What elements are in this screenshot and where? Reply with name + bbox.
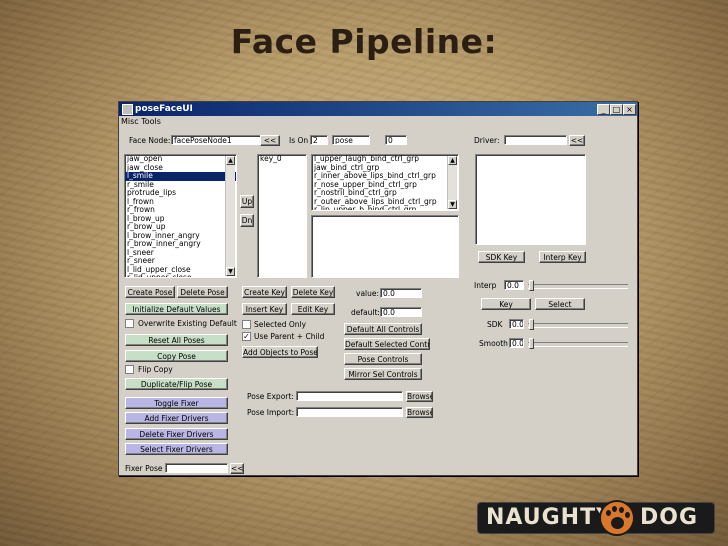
- delete-pose-button[interactable]: Delete Pose: [177, 286, 228, 298]
- slide-title: Face Pipeline:: [230, 22, 498, 61]
- scroll-up-icon[interactable]: ▲: [226, 156, 235, 165]
- key-list-item[interactable]: key_0: [258, 155, 306, 164]
- selected-only-checkbox[interactable]: [242, 320, 251, 329]
- maximize-button[interactable]: □: [610, 104, 623, 115]
- window-title: poseFaceUI: [135, 104, 193, 114]
- driver-list[interactable]: [475, 154, 586, 245]
- default-selected-controls-button[interactable]: Default Selected Controls: [344, 338, 430, 350]
- smooth-slider-thumb[interactable]: [529, 338, 534, 349]
- driver-field[interactable]: [504, 135, 567, 145]
- interp-key-button[interactable]: Interp Key: [539, 251, 586, 263]
- insert-key-button[interactable]: Insert Key: [242, 303, 287, 315]
- overwrite-default-checkbox[interactable]: [125, 319, 134, 328]
- control-list-item[interactable]: r_lip_upper_b_bind_ctrl_grp: [312, 205, 458, 210]
- face-node-field[interactable]: facePoseNode1: [171, 135, 268, 145]
- pose-list[interactable]: jaw_open jaw_close l_smile r_smile protrude_…: [124, 154, 237, 278]
- pose-import-field[interactable]: [296, 407, 403, 417]
- minimize-button[interactable]: _: [597, 104, 610, 115]
- pose-export-label: Pose Export:: [247, 392, 294, 401]
- is-on-field[interactable]: 2: [310, 135, 328, 145]
- reset-all-poses-button[interactable]: Reset All Poses: [125, 334, 228, 346]
- scroll-down-icon[interactable]: ▼: [226, 267, 235, 276]
- app-icon: [122, 104, 133, 115]
- load-fixer-pose-button[interactable]: <<: [230, 463, 244, 474]
- smooth-label: Smooth: [479, 339, 508, 348]
- menu-misc-tools[interactable]: Misc Tools: [121, 117, 161, 126]
- scroll-up-icon[interactable]: ▲: [448, 156, 457, 165]
- control-list-scrollbar[interactable]: ▲ ▼: [447, 156, 457, 209]
- interp-field[interactable]: 0.0: [504, 280, 524, 290]
- pose-list-item[interactable]: r_lid_upper_close: [125, 273, 236, 277]
- pose-name-field[interactable]: pose: [332, 135, 370, 145]
- duplicate-flip-pose-button[interactable]: Duplicate/Flip Pose: [125, 378, 228, 390]
- value-field[interactable]: 0.0: [380, 288, 422, 298]
- default-field[interactable]: 0.0: [380, 307, 422, 317]
- naughty-dog-logo: NAUGHTY DOG: [478, 500, 716, 536]
- default-all-controls-button[interactable]: Default All Controls: [344, 323, 422, 335]
- interp-slider-thumb[interactable]: [529, 280, 534, 291]
- window-titlebar[interactable]: poseFaceUI _ □ ×: [119, 102, 637, 116]
- add-objects-to-pose-button[interactable]: Add Objects to Pose: [242, 346, 318, 358]
- pose-list-scrollbar[interactable]: ▲ ▼: [225, 156, 235, 276]
- smooth-slider[interactable]: [528, 342, 628, 347]
- logo-text-left: NAUGHTY: [486, 505, 614, 530]
- use-parent-child-checkbox[interactable]: ✓: [242, 332, 251, 341]
- paw-icon: [599, 500, 635, 536]
- default-label: default:: [351, 308, 380, 317]
- value-label: value:: [356, 289, 380, 298]
- delete-key-button[interactable]: Delete Key: [291, 286, 335, 298]
- sdk-slider-thumb[interactable]: [529, 319, 534, 330]
- initialize-default-values-button[interactable]: Initialize Default Values: [125, 303, 228, 315]
- use-parent-child-label: Use Parent + Child: [254, 332, 325, 341]
- fixer-pose-label: Fixer Pose: [125, 464, 163, 473]
- close-button[interactable]: ×: [623, 104, 636, 115]
- flip-copy-checkbox[interactable]: [125, 365, 134, 374]
- sdk-field[interactable]: 0.0: [509, 319, 524, 329]
- edit-key-button[interactable]: Edit Key: [291, 303, 335, 315]
- flip-copy-label: Flip Copy: [138, 365, 173, 374]
- is-on-label: Is On: [289, 136, 309, 145]
- mirror-sel-controls-button[interactable]: Mirror Sel Controls: [344, 368, 422, 380]
- pose-import-label: Pose Import:: [247, 408, 295, 417]
- driver-label: Driver:: [474, 136, 500, 145]
- toggle-fixer-button[interactable]: Toggle Fixer: [125, 397, 228, 409]
- fixer-pose-field[interactable]: [165, 463, 228, 473]
- sdk-label: SDK: [487, 320, 503, 329]
- pose-count-field[interactable]: 0: [385, 135, 407, 145]
- down-button[interactable]: Dn: [240, 214, 254, 227]
- control-detail-list[interactable]: [311, 215, 459, 278]
- pose-export-browse-button[interactable]: Browse: [406, 391, 433, 402]
- pose-import-browse-button[interactable]: Browse: [406, 407, 433, 418]
- copy-pose-button[interactable]: Copy Pose: [125, 350, 228, 362]
- control-list[interactable]: l_upper_laugh_bind_ctrl_grp jaw_bind_ctrl…: [311, 154, 459, 211]
- overwrite-default-label: Overwrite Existing Default: [138, 319, 237, 328]
- face-node-label: Face Node:: [129, 136, 171, 145]
- key-button[interactable]: Key: [481, 298, 531, 310]
- interp-label: Interp: [474, 281, 497, 290]
- select-fixer-drivers-button[interactable]: Select Fixer Drivers: [125, 443, 228, 455]
- smooth-field[interactable]: 0.0: [509, 338, 524, 348]
- select-button[interactable]: Select: [535, 298, 585, 310]
- load-face-node-button[interactable]: <<: [260, 135, 280, 146]
- interp-slider[interactable]: [528, 284, 628, 289]
- scroll-down-icon[interactable]: ▼: [448, 200, 457, 209]
- create-key-button[interactable]: Create Key: [242, 286, 287, 298]
- posefaceui-window: poseFaceUI _ □ × Misc Tools Face Node: f…: [118, 101, 638, 476]
- delete-fixer-drivers-button[interactable]: Delete Fixer Drivers: [125, 428, 228, 440]
- logo-text-right: DOG: [640, 505, 699, 530]
- sdk-slider[interactable]: [528, 323, 628, 328]
- pose-export-field[interactable]: [296, 391, 403, 401]
- sdk-key-button[interactable]: SDK Key: [478, 251, 525, 263]
- selected-only-label: Selected Only: [254, 320, 307, 329]
- key-list[interactable]: key_0: [257, 154, 307, 278]
- up-button[interactable]: Up: [240, 195, 254, 208]
- pose-controls-button[interactable]: Pose Controls: [344, 353, 422, 365]
- create-pose-button[interactable]: Create Pose: [125, 286, 175, 298]
- add-fixer-drivers-button[interactable]: Add Fixer Drivers: [125, 412, 228, 424]
- load-driver-button[interactable]: <<: [569, 135, 585, 146]
